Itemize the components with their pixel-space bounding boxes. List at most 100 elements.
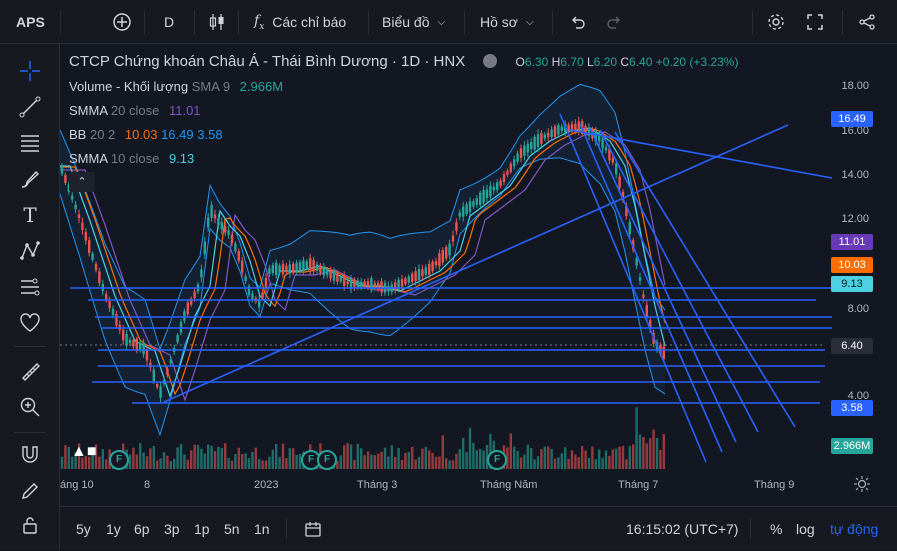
- chart-type-button[interactable]: [208, 0, 226, 44]
- undo-button[interactable]: [568, 0, 586, 44]
- range-3m[interactable]: 3p: [164, 507, 180, 551]
- volume-bar: [139, 443, 142, 469]
- volume-bar: [570, 450, 574, 469]
- candle-body: [292, 263, 295, 273]
- price-tick: 8.00: [847, 303, 869, 315]
- candle-body: [105, 294, 108, 300]
- plus-circle-icon: [113, 13, 131, 31]
- volume-bar: [254, 447, 257, 469]
- volume-bar: [516, 450, 519, 469]
- volume-bar: [281, 443, 285, 469]
- volume-bar: [441, 435, 444, 469]
- range-6m[interactable]: 6p: [134, 507, 150, 551]
- lock-tool[interactable]: [15, 510, 45, 540]
- pattern-tool[interactable]: [15, 236, 45, 266]
- financial-event-icon[interactable]: F: [317, 450, 337, 470]
- draw-mode-tool[interactable]: [15, 476, 45, 506]
- crosshair-tool[interactable]: [15, 56, 45, 86]
- chevron-up-icon: ⌃: [77, 176, 87, 188]
- volume-bar: [560, 453, 563, 469]
- volume-bar: [458, 449, 461, 469]
- indicators-button[interactable]: fx Các chỉ báo: [254, 0, 346, 44]
- brush-tool[interactable]: [15, 164, 45, 194]
- zoom-tool[interactable]: [15, 392, 45, 422]
- magnet-tool[interactable]: [15, 440, 45, 470]
- candle-body: [407, 276, 410, 283]
- candle-body: [94, 263, 98, 271]
- clock-timezone[interactable]: 16:15:02 (UTC+7): [626, 507, 738, 551]
- financial-event-icon[interactable]: F: [487, 450, 507, 470]
- gear-icon: [768, 14, 784, 30]
- volume-bar: [591, 446, 594, 469]
- candle-body: [574, 124, 577, 130]
- volume-bar: [519, 457, 523, 469]
- share-button[interactable]: [858, 0, 876, 44]
- volume-bar: [237, 447, 240, 469]
- volume-bar: [196, 444, 200, 469]
- candle-body: [485, 189, 489, 199]
- compare-button[interactable]: [112, 0, 132, 44]
- prediction-tool[interactable]: [15, 272, 45, 302]
- fib-tool[interactable]: [15, 128, 45, 158]
- candle-body: [513, 159, 516, 167]
- candle-body: [186, 302, 189, 315]
- volume-bar: [530, 447, 533, 469]
- goto-date-button[interactable]: [304, 507, 322, 551]
- candle-body: [496, 182, 499, 190]
- range-1y[interactable]: 1y: [106, 507, 121, 551]
- volume-bar: [162, 452, 166, 469]
- volume-bar: [574, 454, 577, 469]
- percent-scale-button[interactable]: %: [770, 507, 782, 551]
- volume-bar: [455, 453, 458, 469]
- candle-body: [394, 282, 397, 291]
- text-tool[interactable]: T: [15, 200, 45, 230]
- candle-body: [244, 276, 247, 281]
- measure-tool[interactable]: [15, 356, 45, 386]
- log-scale-button[interactable]: log: [796, 507, 815, 551]
- range-1d[interactable]: 1n: [254, 507, 270, 551]
- candle-body: [560, 126, 563, 131]
- volume-bar: [424, 446, 427, 469]
- auto-scale-button[interactable]: tự động: [830, 507, 878, 551]
- interval-button[interactable]: D: [164, 0, 174, 44]
- redo-button[interactable]: [606, 0, 624, 44]
- range-5y[interactable]: 5y: [76, 507, 91, 551]
- volume-bar: [448, 460, 451, 469]
- legend-smma20[interactable]: SMMA 20 close 11.01: [69, 103, 201, 118]
- volume-bar: [417, 456, 421, 469]
- volume-bar: [404, 452, 407, 469]
- legend-smma10[interactable]: SMMA 10 close 9.13: [69, 151, 194, 166]
- candle-body: [343, 276, 346, 286]
- chart-pane[interactable]: CTCP Chứng khoán Châu Á - Thái Bình Dươn…: [60, 44, 897, 506]
- volume-bar: [145, 456, 149, 469]
- candle-body: [234, 243, 237, 252]
- volume-bar: [523, 454, 526, 469]
- candle-body: [598, 135, 601, 142]
- legend-volume[interactable]: Volume - Khối lượng SMA 9 2.966M: [69, 79, 283, 94]
- volume-bar: [615, 448, 618, 469]
- top-toolbar: APS D fx Các chỉ báo Biểu đồ ⌵ Hồ sơ ⌵: [0, 0, 897, 44]
- volume-bar: [346, 443, 349, 469]
- range-5d[interactable]: 5n: [224, 507, 240, 551]
- volume-bar: [149, 448, 152, 469]
- legend-bb[interactable]: BB 20 2 10.03 16.49 3.58: [69, 127, 223, 142]
- profile-button[interactable]: Hồ sơ ⌵: [480, 0, 534, 44]
- candle-body: [285, 265, 288, 273]
- volume-bar: [288, 448, 291, 469]
- volume-bar: [621, 445, 625, 469]
- symbol-search[interactable]: APS: [16, 0, 45, 44]
- legend-title-row: CTCP Chứng khoán Châu Á - Thái Bình Dươn…: [69, 53, 738, 70]
- volume-bar: [363, 455, 366, 469]
- icons-tool[interactable]: [15, 308, 45, 338]
- trend-line-tool[interactable]: [15, 92, 45, 122]
- fullscreen-button[interactable]: [806, 0, 824, 44]
- range-1m[interactable]: 1p: [194, 507, 210, 551]
- financial-event-icon[interactable]: F: [109, 450, 129, 470]
- collapse-legend-button[interactable]: ⌃: [69, 172, 95, 192]
- layout-button[interactable]: Biểu đồ ⌵: [382, 0, 445, 44]
- price-tick: 12.00: [841, 213, 869, 225]
- chart-settings-button[interactable]: [854, 476, 870, 497]
- candle-body: [77, 214, 81, 219]
- settings-button[interactable]: [766, 0, 786, 44]
- candle-body: [227, 230, 230, 235]
